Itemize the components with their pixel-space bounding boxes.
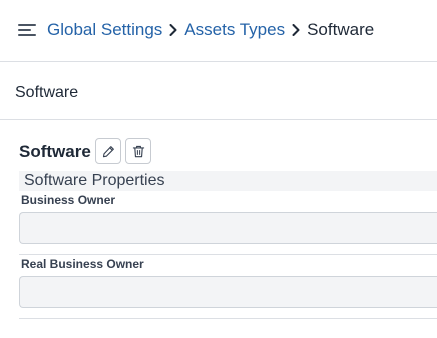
- field-divider: [19, 318, 437, 319]
- chevron-right-icon: [285, 20, 307, 40]
- properties-group-title: Software Properties: [24, 172, 165, 189]
- field-divider: [19, 254, 437, 255]
- trash-icon: [132, 145, 144, 157]
- breadcrumb-assets-types[interactable]: Assets Types: [184, 20, 285, 40]
- edit-button[interactable]: [95, 138, 121, 164]
- business-owner-label: Business Owner: [21, 193, 116, 207]
- real-business-owner-label: Real Business Owner: [21, 257, 144, 271]
- chevron-right-icon: [162, 20, 184, 40]
- properties-group-header: Software Properties: [19, 171, 437, 191]
- breadcrumb-global-settings[interactable]: Global Settings: [47, 20, 162, 40]
- entity-title: Software: [19, 142, 91, 161]
- breadcrumb-current: Software: [307, 20, 375, 39]
- top-bar: Global Settings Assets Types Software: [0, 0, 437, 62]
- delete-button[interactable]: [125, 138, 151, 164]
- pencil-icon: [102, 145, 114, 157]
- hamburger-menu-icon[interactable]: [18, 22, 36, 38]
- section-title: Software: [15, 84, 79, 101]
- breadcrumb: Global Settings Assets Types Software: [47, 20, 374, 40]
- business-owner-field[interactable]: [19, 212, 437, 244]
- real-business-owner-field[interactable]: [19, 276, 437, 308]
- section-header: Software: [0, 62, 437, 120]
